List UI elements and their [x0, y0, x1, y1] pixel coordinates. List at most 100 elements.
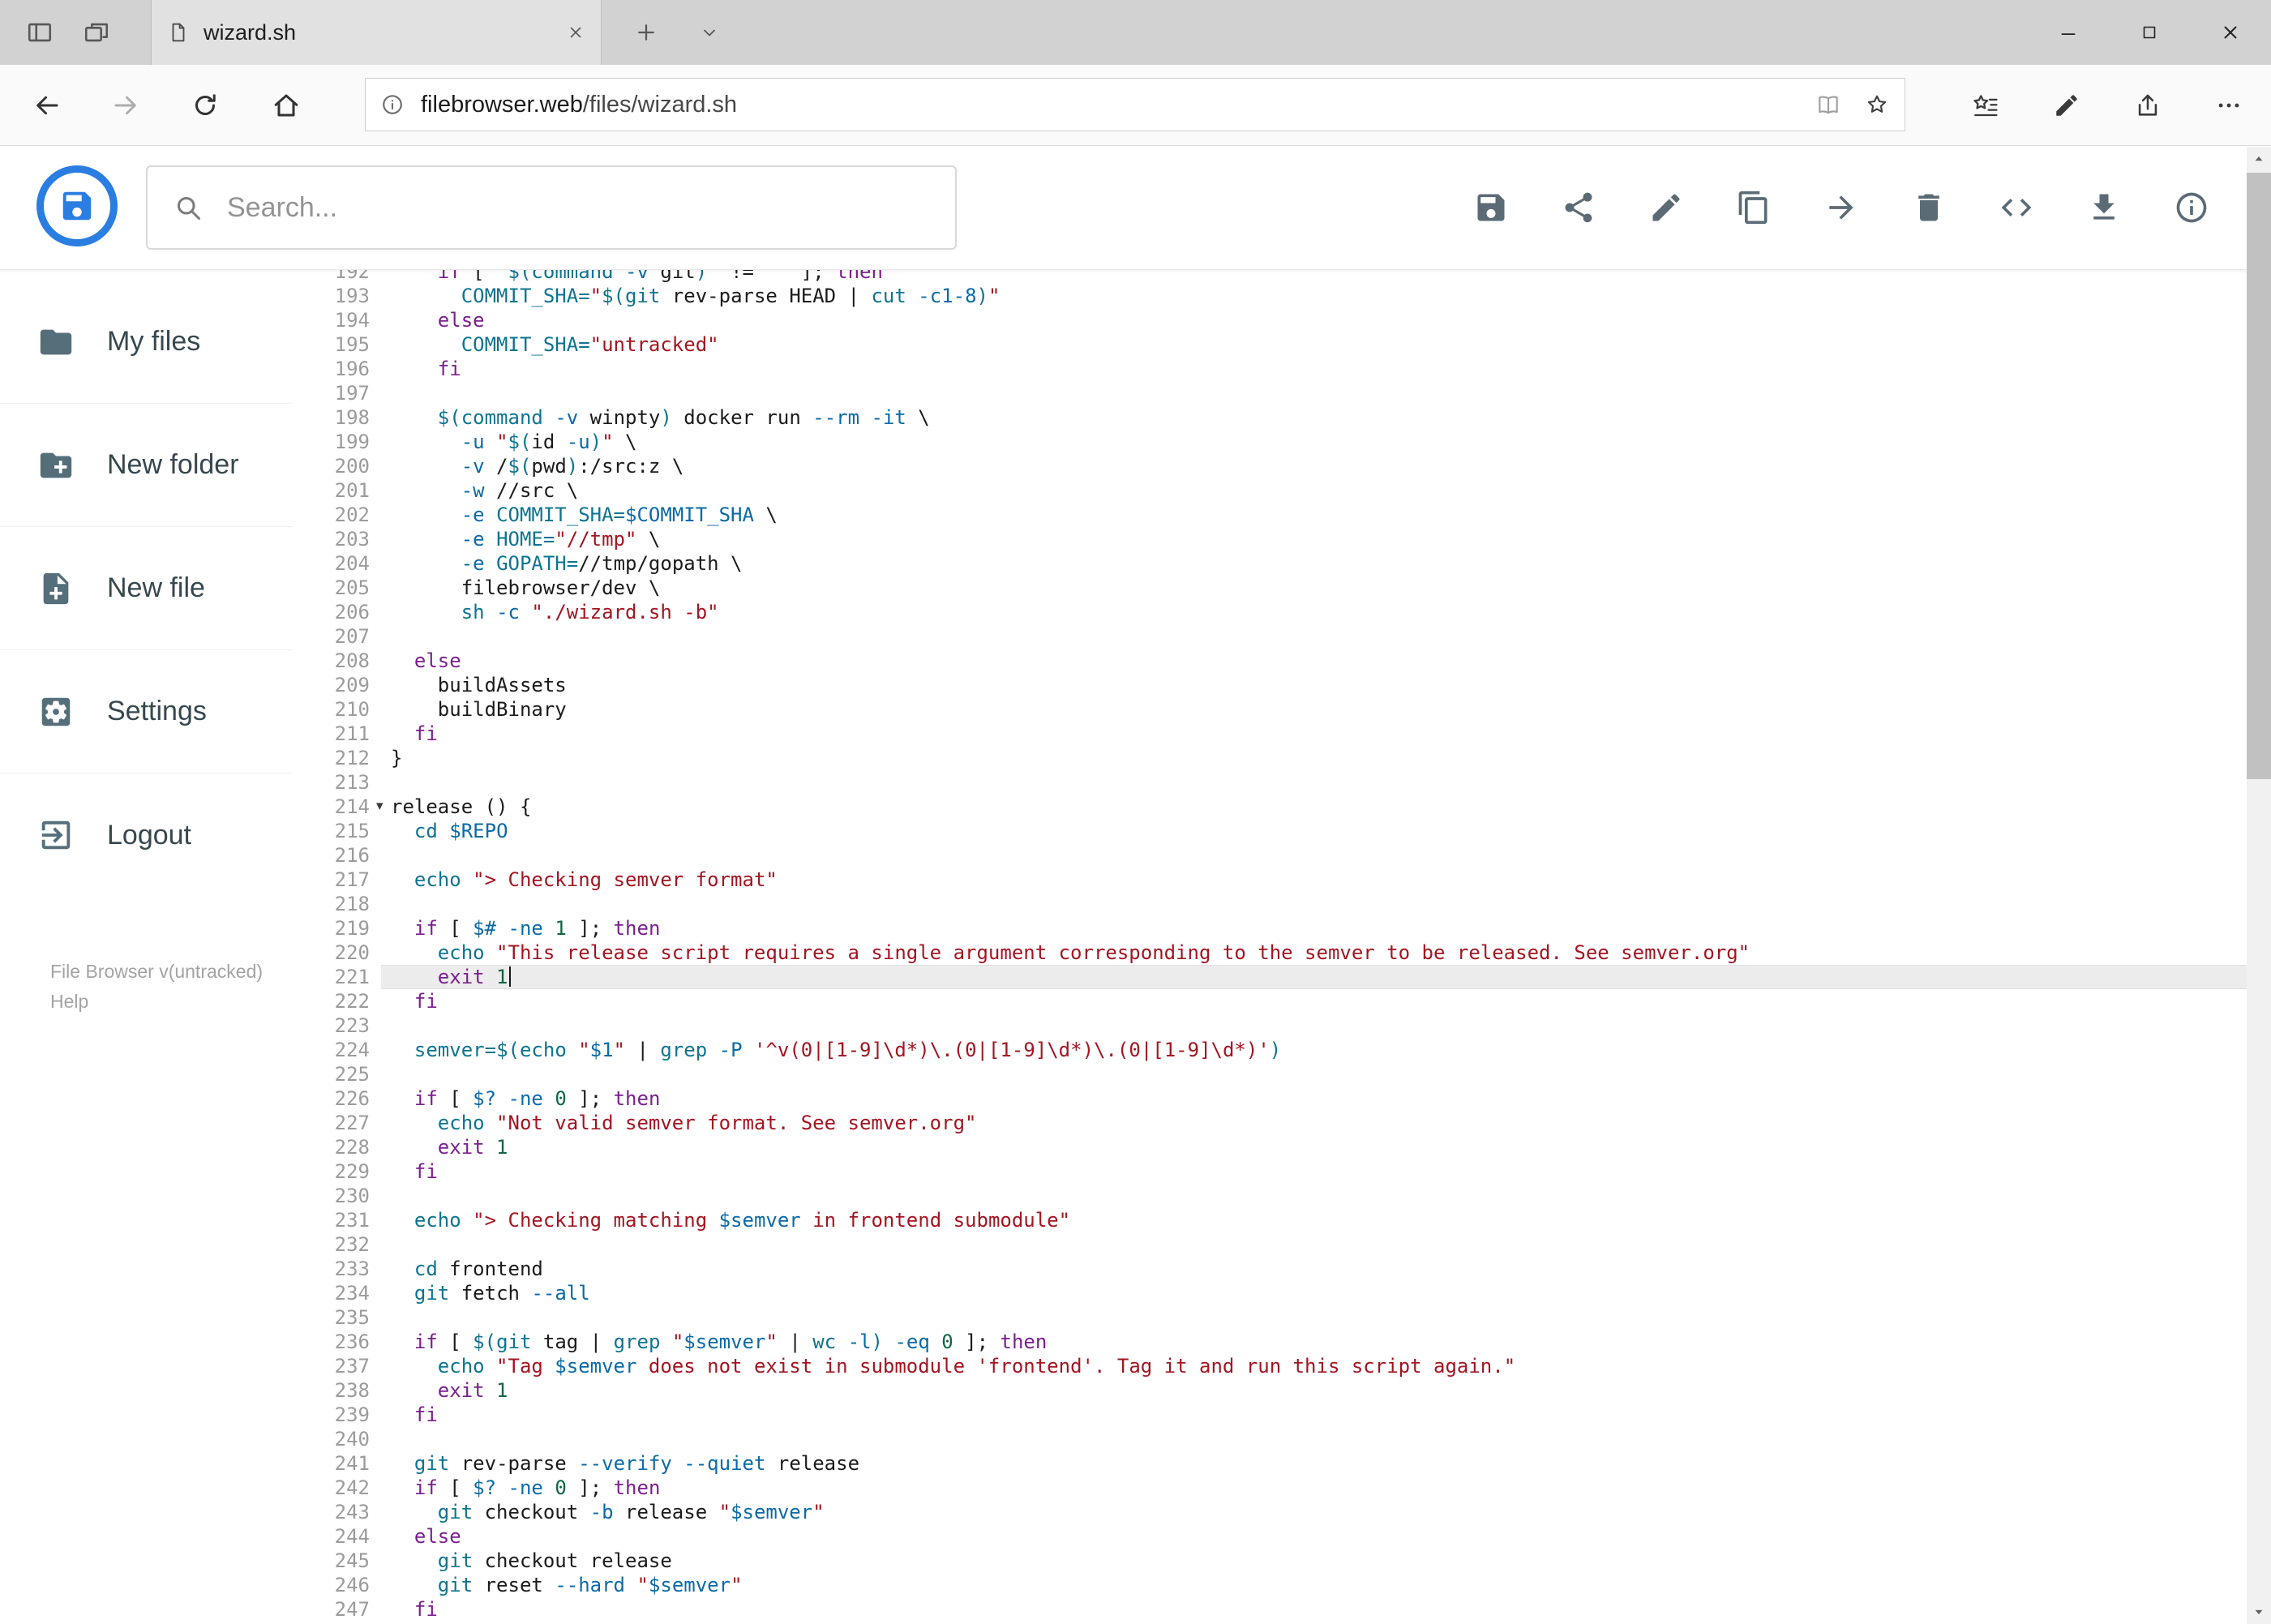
copy-button[interactable] — [1736, 190, 1772, 225]
refresh-button[interactable] — [173, 65, 238, 146]
code-line-197[interactable]: 197 — [292, 381, 2247, 405]
hub-favorites-button[interactable] — [1949, 65, 2022, 146]
reading-view-icon[interactable] — [1815, 92, 1841, 118]
code-line-235[interactable]: 235 — [292, 1305, 2247, 1330]
code-line-205[interactable]: 205 filebrowser/dev \ — [292, 576, 2247, 600]
code-line-199[interactable]: 199 -u "$(id -u)" \ — [292, 430, 2247, 454]
code-line-231[interactable]: 231 echo "> Checking matching $semver in… — [292, 1208, 2247, 1232]
search-input[interactable] — [225, 191, 929, 225]
code-line-204[interactable]: 204 -e GOPATH=//tmp/gopath \ — [292, 551, 2247, 576]
code-line-229[interactable]: 229 fi — [292, 1159, 2247, 1184]
code-line-214[interactable]: 214 ▾ release () { — [292, 795, 2247, 819]
code-line-247[interactable]: 247 fi — [292, 1597, 2247, 1622]
scroll-down-button[interactable] — [2247, 1600, 2271, 1624]
scroll-up-button[interactable] — [2247, 147, 2271, 171]
code-line-219[interactable]: 219 if [ $# -ne 1 ]; then — [292, 916, 2247, 941]
add-favorite-icon[interactable] — [1864, 92, 1890, 118]
code-line-234[interactable]: 234 git fetch --all — [292, 1281, 2247, 1305]
code-line-202[interactable]: 202 -e COMMIT_SHA=$COMMIT_SHA \ — [292, 503, 2247, 527]
fold-toggle-icon[interactable]: ▾ — [376, 794, 391, 818]
code-line-224[interactable]: 224 semver=$(echo "$1" | grep -P '^v(0|[… — [292, 1038, 2247, 1062]
sidebar-item-new-file[interactable]: New file — [0, 527, 292, 650]
code-line-194[interactable]: 194 else — [292, 308, 2247, 332]
code-line-233[interactable]: 233 cd frontend — [292, 1257, 2247, 1281]
code-editor[interactable]: 192 if [ "$(command -v git)" != "" ]; th… — [292, 269, 2247, 1624]
code-line-222[interactable]: 222 fi — [292, 989, 2247, 1013]
sidebar-item-settings[interactable]: Settings — [0, 650, 292, 773]
sidebar-item-logout[interactable]: Logout — [0, 773, 292, 897]
minimize-button[interactable] — [2028, 0, 2109, 65]
code-line-200[interactable]: 200 -v /$(pwd):/src:z \ — [292, 454, 2247, 478]
code-line-242[interactable]: 242 if [ $? -ne 0 ]; then — [292, 1476, 2247, 1500]
code-line-215[interactable]: 215 cd $REPO — [292, 819, 2247, 843]
download-button[interactable] — [2086, 190, 2122, 225]
tab-list-button[interactable] — [681, 0, 738, 65]
sidebar-item-new-folder[interactable]: New folder — [0, 404, 292, 527]
help-link[interactable]: Help — [50, 987, 263, 1017]
move-button[interactable] — [1823, 190, 1859, 225]
code-line-221[interactable]: 221 exit 1 — [292, 965, 2247, 989]
set-tabs-aside-button[interactable] — [68, 0, 125, 65]
code-line-223[interactable]: 223 — [292, 1013, 2247, 1038]
code-line-225[interactable]: 225 — [292, 1062, 2247, 1086]
back-button[interactable] — [15, 65, 79, 146]
share-page-button[interactable] — [2111, 65, 2184, 146]
share-button[interactable] — [1561, 190, 1596, 225]
code-line-212[interactable]: 212} — [292, 746, 2247, 770]
tab-close-icon[interactable] — [567, 24, 585, 41]
page-scrollbar[interactable] — [2247, 147, 2271, 1624]
code-line-206[interactable]: 206 sh -c "./wizard.sh -b" — [292, 600, 2247, 624]
scrollbar-thumb[interactable] — [2247, 173, 2271, 779]
edit-button[interactable] — [1648, 190, 1684, 225]
code-line-226[interactable]: 226 if [ $? -ne 0 ]; then — [292, 1086, 2247, 1111]
sidebar-item-my-files[interactable]: My files — [0, 281, 292, 404]
code-line-228[interactable]: 228 exit 1 — [292, 1135, 2247, 1159]
code-line-240[interactable]: 240 — [292, 1427, 2247, 1451]
address-bar[interactable]: filebrowser.web/files/wizard.sh — [365, 78, 1905, 131]
code-line-203[interactable]: 203 -e HOME="//tmp" \ — [292, 527, 2247, 551]
web-note-button[interactable] — [2030, 65, 2103, 146]
code-line-227[interactable]: 227 echo "Not valid semver format. See s… — [292, 1111, 2247, 1135]
code-line-211[interactable]: 211 fi — [292, 722, 2247, 746]
code-line-196[interactable]: 196 fi — [292, 357, 2247, 381]
code-line-245[interactable]: 245 git checkout release — [292, 1549, 2247, 1573]
code-line-213[interactable]: 213 — [292, 770, 2247, 795]
code-line-218[interactable]: 218 — [292, 892, 2247, 916]
tabs-preview-button[interactable] — [11, 0, 68, 65]
code-line-243[interactable]: 243 git checkout -b release "$semver" — [292, 1500, 2247, 1524]
code-line-241[interactable]: 241 git rev-parse --verify --quiet relea… — [292, 1451, 2247, 1476]
code-line-230[interactable]: 230 — [292, 1184, 2247, 1208]
code-line-195[interactable]: 195 COMMIT_SHA="untracked" — [292, 332, 2247, 357]
save-button[interactable] — [1473, 190, 1509, 225]
maximize-button[interactable] — [2109, 0, 2190, 65]
code-line-236[interactable]: 236 if [ $(git tag | grep "$semver" | wc… — [292, 1330, 2247, 1354]
code-line-244[interactable]: 244 else — [292, 1524, 2247, 1549]
code-line-192[interactable]: 192 if [ "$(command -v git)" != "" ]; th… — [292, 269, 2247, 284]
code-line-239[interactable]: 239 fi — [292, 1403, 2247, 1427]
code-line-232[interactable]: 232 — [292, 1232, 2247, 1257]
code-line-237[interactable]: 237 echo "Tag $semver does not exist in … — [292, 1354, 2247, 1378]
site-info-icon[interactable] — [380, 92, 405, 117]
app-logo[interactable] — [36, 165, 118, 246]
code-line-207[interactable]: 207 — [292, 624, 2247, 649]
search-box[interactable] — [146, 165, 957, 250]
code-line-246[interactable]: 246 git reset --hard "$semver" — [292, 1573, 2247, 1597]
info-button[interactable] — [2174, 190, 2209, 225]
home-button[interactable] — [254, 65, 319, 146]
code-line-201[interactable]: 201 -w //src \ — [292, 478, 2247, 503]
new-tab-button[interactable] — [618, 0, 675, 65]
code-line-209[interactable]: 209 buildAssets — [292, 673, 2247, 697]
code-button[interactable] — [1999, 190, 2034, 225]
code-line-198[interactable]: 198 $(command -v winpty) docker run --rm… — [292, 405, 2247, 430]
code-line-208[interactable]: 208 else — [292, 649, 2247, 673]
code-line-217[interactable]: 217 echo "> Checking semver format" — [292, 868, 2247, 892]
code-line-193[interactable]: 193 COMMIT_SHA="$(git rev-parse HEAD | c… — [292, 284, 2247, 308]
code-line-216[interactable]: 216 — [292, 843, 2247, 868]
code-line-210[interactable]: 210 buildBinary — [292, 697, 2247, 722]
forward-button[interactable] — [93, 65, 158, 146]
close-window-button[interactable] — [2190, 0, 2271, 65]
settings-menu-button[interactable] — [2192, 65, 2265, 146]
code-line-220[interactable]: 220 echo "This release script requires a… — [292, 941, 2247, 965]
delete-button[interactable] — [1911, 190, 1947, 225]
tab-wizard-sh[interactable]: wizard.sh — [151, 0, 602, 65]
